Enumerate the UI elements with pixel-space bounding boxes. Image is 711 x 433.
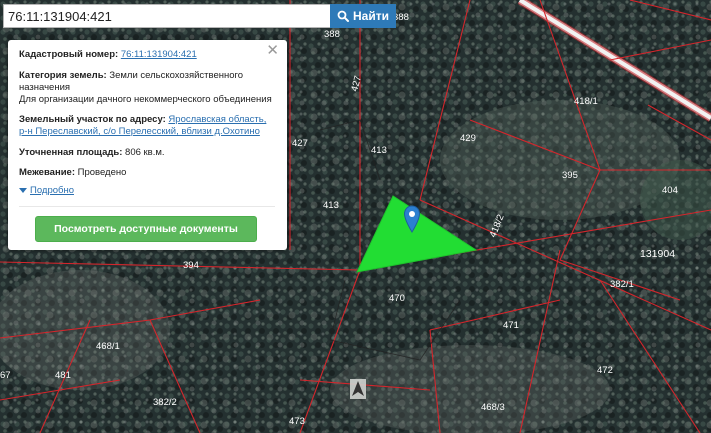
more-details-link[interactable]: Подробно — [30, 185, 74, 196]
category-label: Категория земель: — [19, 70, 107, 81]
category-use-row: Для организации дачного некоммерческого … — [19, 94, 275, 106]
parcel-label: 427 — [292, 138, 308, 149]
address-label: Земельный участок по адресу: — [19, 114, 166, 125]
parcel-label: 382/1 — [610, 279, 634, 290]
cadastral-row: Кадастровый номер: 76:11:131904:421 — [19, 49, 275, 61]
search-bar: Найти — [3, 4, 396, 28]
area-row: Уточненная площадь: 806 кв.м. — [19, 147, 275, 159]
location-marker-icon[interactable] — [403, 205, 421, 233]
north-arrow-icon — [350, 379, 366, 399]
parcel-label: 470 — [389, 293, 405, 304]
parcel-label: 404 — [662, 185, 678, 196]
more-row: Подробно — [19, 185, 275, 197]
chevron-down-icon — [19, 187, 27, 193]
search-button[interactable]: Найти — [330, 4, 396, 28]
clearing — [330, 345, 610, 433]
search-button-label: Найти — [353, 9, 389, 23]
parcel-label: 382/2 — [153, 397, 177, 408]
view-documents-button[interactable]: Посмотреть доступные документы — [35, 216, 257, 242]
search-icon — [337, 10, 349, 22]
parcel-label: 429 — [460, 133, 476, 144]
parcel-label: 473 — [289, 416, 305, 427]
category-use: Для организации дачного некоммерческого … — [19, 94, 272, 105]
area-label: Уточненная площадь: — [19, 147, 123, 158]
cadastral-link[interactable]: 76:11:131904:421 — [121, 49, 197, 60]
area-value: 806 кв.м. — [125, 147, 165, 158]
parcel-label: 468/1 — [96, 341, 120, 352]
survey-row: Межевание: Проведено — [19, 167, 275, 179]
search-input[interactable] — [3, 4, 330, 28]
parcel-label: 67 — [0, 370, 11, 381]
survey-label: Межевание: — [19, 167, 75, 178]
address-row: Земельный участок по адресу: Ярославская… — [19, 114, 275, 126]
parcel-label: 395 — [562, 170, 578, 181]
parcel-info-panel: ✕ Кадастровый номер: 76:11:131904:421 Ка… — [8, 40, 287, 250]
divider — [19, 206, 275, 207]
parcel-label: 388 — [324, 29, 340, 40]
parcel-label: 471 — [503, 320, 519, 331]
parcel-label: 468/3 — [481, 402, 505, 413]
parcel-label: 413 — [371, 145, 387, 156]
category-row: Категория земель: Земли сельскохозяйстве… — [19, 70, 275, 82]
cadastral-label: Кадастровый номер: — [19, 49, 119, 60]
parcel-label: 481 — [55, 370, 71, 381]
address-row-continued: р-н Переславский, с/о Перелесский, вблиз… — [19, 126, 275, 138]
parcel-label: 131904 — [640, 248, 675, 260]
address-link-continued[interactable]: р-н Переславский, с/о Перелесский, вблиз… — [19, 126, 260, 137]
parcel-label: 472 — [597, 365, 613, 376]
category-value-continued: назначения — [19, 82, 71, 93]
parcel-label: 418/1 — [574, 96, 598, 107]
address-link[interactable]: Ярославская область, — [168, 114, 266, 125]
parcel-label: 413 — [323, 200, 339, 211]
category-row-continued: назначения — [19, 82, 275, 94]
parcel-label: 394 — [183, 260, 199, 271]
survey-value: Проведено — [77, 167, 127, 178]
category-value: Земли сельскохозяйственного — [109, 70, 244, 81]
